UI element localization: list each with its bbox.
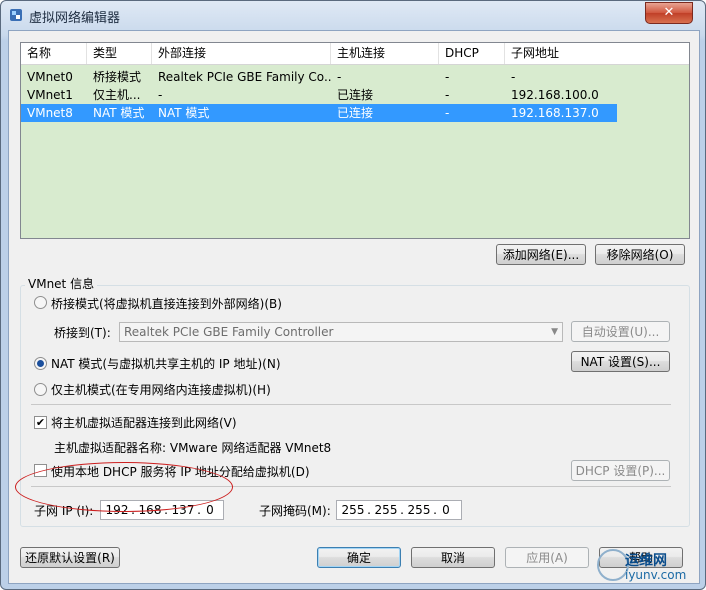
bridged-mode-radio[interactable] <box>34 296 47 309</box>
add-network-button[interactable]: 添加网络(E)... <box>496 244 586 265</box>
checkmark-icon: ✔ <box>35 416 46 429</box>
annotation-ellipse <box>15 462 233 512</box>
cell-host: 已连接 <box>337 106 374 120</box>
bridged-to-value: Realtek PCIe GBE Family Controller <box>124 325 334 339</box>
cell-host: 已连接 <box>337 88 374 102</box>
mask-octet: 255 <box>374 503 398 517</box>
network-app-icon <box>10 9 22 21</box>
nat-mode-radio[interactable] <box>34 357 47 370</box>
nat-mode-label[interactable]: NAT 模式(与虚拟机共享主机的 IP 地址)(N) <box>51 355 281 372</box>
watermark-line1: 运维网 <box>625 553 667 569</box>
cancel-button[interactable]: 取消 <box>411 547 495 568</box>
mask-octet: 0 <box>442 503 450 517</box>
adapter-name-text: 主机虚拟适配器名称: VMware 网络适配器 VMnet8 <box>54 441 332 455</box>
network-list[interactable]: 名称 类型 外部连接 主机连接 DHCP 子网地址 VMnet0 桥接模式 Re… <box>20 42 690 239</box>
cell-subnet: 192.168.137.0 <box>511 106 599 120</box>
subnet-mask-label: 子网掩码(M): <box>259 504 331 518</box>
title-bar[interactable]: 虚拟网络编辑器 ✕ <box>1 1 705 29</box>
apply-button[interactable]: 应用(A) <box>505 547 589 568</box>
chevron-down-icon: ▼ <box>551 327 558 337</box>
cell-dhcp: - <box>445 70 450 84</box>
cell-type: NAT 模式 <box>93 106 145 120</box>
column-header-dhcp[interactable]: DHCP <box>439 43 505 64</box>
cell-dhcp: - <box>445 88 450 102</box>
cell-name: VMnet8 <box>27 106 73 120</box>
connect-adapter-label[interactable]: 将主机虚拟适配器连接到此网络(V) <box>51 414 237 431</box>
mask-dot: . <box>400 503 404 517</box>
cell-subnet: - <box>511 70 516 84</box>
cell-external: Realtek PCIe GBE Family Co... <box>158 70 331 84</box>
cell-subnet: 192.168.100.0 <box>511 88 599 102</box>
column-header-type[interactable]: 类型 <box>87 43 152 64</box>
close-icon: ✕ <box>663 5 675 20</box>
table-row[interactable]: VMnet1 仅主机... - 已连接 - 192.168.100.0 <box>21 86 617 104</box>
bridged-to-select[interactable]: Realtek PCIe GBE Family Controller ▼ <box>119 322 563 342</box>
connect-adapter-checkbox[interactable]: ✔ <box>34 416 47 429</box>
cell-external: - <box>158 88 163 102</box>
vmnet-info-title: VMnet 信息 <box>25 275 98 292</box>
list-header: 名称 类型 外部连接 主机连接 DHCP 子网地址 <box>21 43 689 65</box>
watermark-logo: 运维网 iyunv.com <box>597 547 705 589</box>
close-button[interactable]: ✕ <box>645 2 693 24</box>
bridged-mode-label[interactable]: 桥接模式(将虚拟机直接连接到外部网络)(B) <box>51 295 282 312</box>
remove-network-button[interactable]: 移除网络(O) <box>595 244 685 265</box>
ok-button[interactable]: 确定 <box>317 547 401 568</box>
cell-name: VMnet1 <box>27 88 73 102</box>
host-only-label[interactable]: 仅主机模式(在专用网络内连接虚拟机)(H) <box>51 381 271 398</box>
column-header-host[interactable]: 主机连接 <box>331 43 439 64</box>
mask-octet: 255 <box>341 503 365 517</box>
watermark-line2: iyunv.com <box>625 568 687 582</box>
restore-defaults-button[interactable]: 还原默认设置(R) <box>20 547 120 568</box>
bridged-to-label: 桥接到(T): <box>54 326 111 340</box>
table-row[interactable]: VMnet0 桥接模式 Realtek PCIe GBE Family Co..… <box>21 68 617 86</box>
cell-dhcp: - <box>445 106 450 120</box>
mask-dot: . <box>367 503 371 517</box>
nat-settings-button[interactable]: NAT 设置(S)... <box>571 351 670 372</box>
cell-type: 桥接模式 <box>93 70 142 84</box>
window-title: 虚拟网络编辑器 <box>29 11 121 26</box>
radio-selected-dot <box>37 360 44 367</box>
divider <box>31 404 671 405</box>
cell-type: 仅主机... <box>93 88 141 102</box>
host-only-radio[interactable] <box>34 383 47 396</box>
column-header-name[interactable]: 名称 <box>21 43 87 64</box>
virtual-network-editor-window: 虚拟网络编辑器 ✕ 名称 类型 外部连接 主机连接 DHCP 子网地址 VMne… <box>0 0 706 590</box>
table-row-selected[interactable]: VMnet8 NAT 模式 NAT 模式 已连接 - 192.168.137.0 <box>21 104 617 122</box>
cell-name: VMnet0 <box>27 70 73 84</box>
auto-settings-button[interactable]: 自动设置(U)... <box>571 321 670 342</box>
subnet-mask-input[interactable]: 255 . 255 . 255 . 0 <box>336 500 462 520</box>
column-header-external[interactable]: 外部连接 <box>152 43 331 64</box>
column-header-subnet[interactable]: 子网地址 <box>505 43 689 64</box>
dhcp-settings-button[interactable]: DHCP 设置(P)... <box>571 460 670 481</box>
cell-host: - <box>337 70 342 84</box>
cell-external: NAT 模式 <box>158 106 210 120</box>
mask-octet: 255 <box>407 503 431 517</box>
